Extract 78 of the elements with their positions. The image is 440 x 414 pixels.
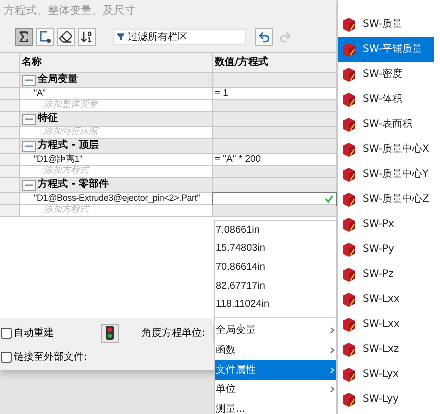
cube-icon: [341, 292, 357, 308]
rebuild-button[interactable]: [101, 324, 119, 342]
toolbar-button[interactable]: [15, 28, 33, 46]
menu-item[interactable]: SW-质量中心Y: [338, 162, 434, 187]
value-field[interactable]: = "A" * 200: [213, 154, 336, 166]
menu-item[interactable]: SW-密度: [338, 62, 434, 87]
menu-item[interactable]: 文件属性: [215, 360, 336, 380]
cube-icon: [341, 342, 357, 358]
cube-icon: [341, 66, 357, 82]
undo-button[interactable]: [255, 28, 273, 46]
undo-icon: [258, 30, 270, 44]
toolbar-button[interactable]: [78, 28, 96, 46]
traffic-light-icon: [106, 326, 114, 340]
menu-item[interactable]: SW-Lxx: [338, 287, 434, 312]
menu-item[interactable]: SW-Lxx: [338, 312, 434, 337]
menu-item[interactable]: SW-Lxz: [338, 337, 434, 362]
column-header[interactable]: 数值/方程式: [213, 53, 336, 73]
cube-icon: [341, 116, 357, 132]
group-name: 特征: [38, 114, 58, 124]
cube-icon: [341, 142, 357, 158]
menu-item[interactable]: SW-表面积: [338, 112, 434, 137]
cube-icon: [341, 366, 357, 382]
cube-icon: [341, 266, 357, 282]
filter-field[interactable]: 过滤所有栏区: [113, 29, 246, 45]
menu-item[interactable]: SW-质量中心Z: [338, 187, 434, 212]
cube-icon: [341, 192, 357, 208]
sigma-icon: [17, 30, 31, 44]
menu-item[interactable]: 82.67717in: [215, 276, 336, 296]
checkbox[interactable]: 自动重建: [1, 326, 101, 340]
filter-input[interactable]: 过滤所有栏区: [128, 30, 242, 44]
eraser-icon: [59, 30, 73, 44]
menu-item[interactable]: SW-Lyy: [338, 387, 434, 412]
menu-item[interactable]: SW-Lyx: [338, 362, 434, 387]
redo-icon: [278, 30, 292, 44]
cube-icon: [341, 42, 357, 58]
menu-item[interactable]: SW-Py: [338, 237, 434, 262]
toolbar-button[interactable]: [36, 28, 54, 46]
sort-icon: [80, 30, 94, 44]
value-field[interactable]: = 1: [213, 88, 336, 100]
angle-units-label: 角度方程单位:: [142, 326, 206, 340]
collapse-icon[interactable]: [22, 180, 36, 190]
menu-item[interactable]: SW-Px: [338, 212, 434, 237]
checkbox-box[interactable]: [1, 352, 12, 362]
bracket-icon: [38, 30, 52, 44]
cube-icon: [341, 216, 357, 232]
menu-item[interactable]: 118.11024in: [215, 295, 336, 314]
menu-item[interactable]: SW-质量: [338, 12, 434, 37]
menu-item[interactable]: 测量...: [215, 399, 336, 414]
cube-icon: [341, 392, 357, 408]
menu-item[interactable]: SW-质量中心X: [338, 137, 434, 162]
value-field[interactable]: [213, 193, 336, 205]
menu-item[interactable]: SW-平铺质量: [338, 37, 434, 62]
cube-icon: [341, 242, 357, 258]
menu-item[interactable]: 单位: [215, 380, 336, 400]
check-icon[interactable]: [325, 194, 334, 202]
menu-item[interactable]: 全局变量: [215, 321, 336, 341]
group-name: 方程式 - 顶层: [38, 141, 100, 151]
menu-item[interactable]: 7.08661in: [215, 221, 336, 240]
collapse-icon[interactable]: [22, 74, 36, 86]
collapse-icon[interactable]: [22, 140, 36, 152]
group-name: 全局变量: [38, 75, 78, 85]
cube-icon: [341, 16, 357, 32]
group-name: 方程式 - 零部件: [38, 180, 110, 190]
cube-icon: [341, 316, 357, 332]
variable-name[interactable]: "A": [20, 89, 46, 98]
menu-item[interactable]: 70.86614in: [215, 258, 336, 277]
menu-item[interactable]: SW-Pz: [338, 262, 434, 287]
cube-icon: [341, 92, 357, 108]
column-header[interactable]: 名称: [20, 53, 213, 73]
window-title: 方程式、整体变量、及尺寸: [4, 2, 136, 19]
toolbar-button[interactable]: [57, 28, 75, 46]
cube-icon: [341, 166, 357, 182]
collapse-icon[interactable]: [22, 114, 36, 124]
filter-icon: [117, 33, 125, 41]
checkbox-box[interactable]: [1, 328, 12, 338]
menu-item[interactable]: 15.74803in: [215, 240, 336, 258]
variable-name[interactable]: "D1@距离1": [20, 155, 82, 164]
menu-item[interactable]: SW-体积: [338, 87, 434, 112]
